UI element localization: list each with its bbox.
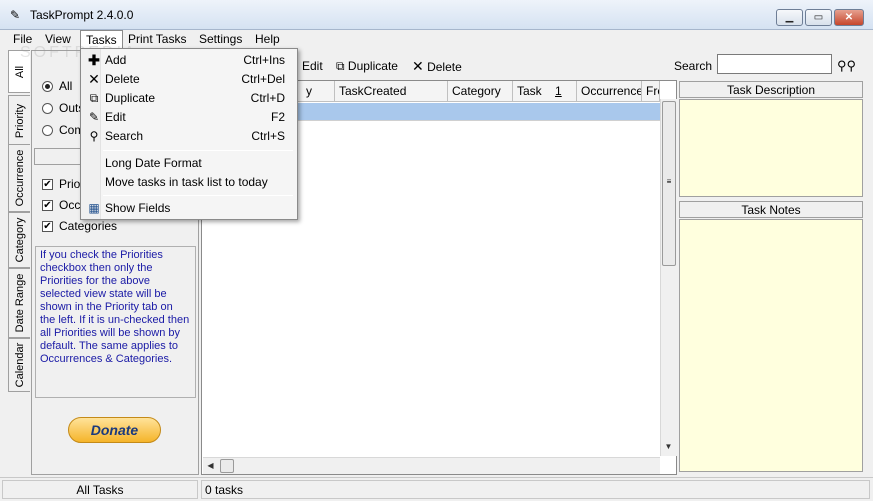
menu-item-delete[interactable]: ✕ Delete Ctrl+Del	[83, 70, 295, 89]
tab-date-range[interactable]: Date Range	[8, 268, 30, 338]
view-all-radio[interactable]	[42, 81, 53, 92]
status-task-count: 0 tasks	[201, 480, 870, 499]
edit-button[interactable]: Edit	[302, 56, 323, 76]
menu-item-show-fields[interactable]: ▦ Show Fields	[83, 199, 295, 218]
column-header-frequency[interactable]: Fre	[642, 81, 660, 102]
view-outstanding-radio[interactable]	[42, 103, 53, 114]
binoculars-icon[interactable]: ⚲⚲	[837, 56, 856, 76]
occurrences-label: Occ	[59, 198, 81, 212]
search-input[interactable]	[717, 54, 832, 74]
menu-separator	[103, 150, 293, 151]
donate-button[interactable]: Donate	[68, 417, 161, 443]
delete-button[interactable]: ✕ Delete	[412, 56, 462, 76]
binoculars-icon: ⚲	[89, 129, 99, 143]
scroll-down-icon[interactable]: ▼	[661, 439, 676, 454]
menu-help[interactable]: Help	[250, 30, 285, 49]
app-icon: ✎	[10, 8, 21, 22]
priorities-label: Prio	[59, 177, 81, 191]
menu-settings[interactable]: Settings	[194, 30, 247, 49]
search-label: Search	[674, 59, 713, 73]
status-bar: All Tasks 0 tasks	[0, 477, 873, 501]
x-icon: ✕	[412, 58, 424, 74]
sort-indicator: 1	[555, 84, 562, 98]
task-description-box[interactable]	[679, 99, 863, 197]
tab-priority[interactable]: Priority	[8, 95, 30, 147]
view-completed-radio[interactable]	[42, 125, 53, 136]
categories-label: Categories	[59, 219, 118, 233]
column-header-task[interactable]: Task 1	[513, 81, 577, 102]
categories-checkbox[interactable]: ✔	[42, 221, 53, 232]
x-icon: ✕	[88, 71, 100, 87]
tab-calendar[interactable]: Calendar	[8, 338, 30, 392]
task-description-header: Task Description	[679, 81, 863, 98]
task-notes-box[interactable]	[679, 219, 863, 472]
tab-category[interactable]: Category	[8, 212, 30, 268]
menu-item-move-tasks-to-today[interactable]: Move tasks in task list to today	[83, 173, 295, 192]
maximize-icon: ▭	[813, 12, 824, 23]
grid-icon: ▦	[88, 201, 100, 215]
maximize-button[interactable]: ▭	[805, 9, 832, 26]
column-header-category[interactable]: Category	[448, 81, 513, 102]
vertical-scrollbar[interactable]: ≡ ▼	[660, 99, 677, 456]
column-header-occurrence[interactable]: Occurrence	[577, 81, 642, 102]
menu-separator	[103, 195, 293, 196]
view-all-label: All	[59, 79, 73, 93]
priorities-checkbox[interactable]: ✔	[42, 179, 53, 190]
duplicate-icon: ⧉	[89, 91, 99, 105]
tab-occurrence[interactable]: Occurrence	[8, 144, 30, 212]
minimize-button[interactable]: ▁	[776, 9, 803, 26]
tasks-dropdown-menu: ✚ Add Ctrl+Ins ✕ Delete Ctrl+Del ⧉ Dupli…	[80, 48, 298, 220]
close-icon: ✕	[844, 12, 854, 23]
menu-item-search[interactable]: ⚲ Search Ctrl+S	[83, 127, 295, 146]
scroll-left-icon[interactable]: ◀	[203, 458, 218, 473]
horizontal-scrollbar[interactable]: ◀	[203, 457, 660, 474]
status-view: All Tasks	[2, 480, 198, 499]
vertical-tab-strip: All Priority Occurrence Category Date Ra…	[8, 50, 30, 475]
column-header-taskcreated[interactable]: TaskCreated	[335, 81, 448, 102]
task-notes-header: Task Notes	[679, 201, 863, 218]
minimize-icon: ▁	[785, 12, 794, 23]
detail-panel: Task Description Task Notes	[679, 80, 865, 475]
horizontal-scroll-thumb[interactable]	[220, 459, 234, 473]
close-button[interactable]: ✕	[834, 9, 864, 26]
menu-item-duplicate[interactable]: ⧉ Duplicate Ctrl+D	[83, 89, 295, 108]
window-title: TaskPrompt 2.4.0.0	[30, 8, 134, 22]
plus-icon: ✚	[88, 52, 100, 68]
edit-icon: ✎	[88, 110, 100, 124]
title-bar: ✎ TaskPrompt 2.4.0.0 ▁ ▭ ✕	[0, 0, 873, 30]
occurrences-checkbox[interactable]: ✔	[42, 200, 53, 211]
help-text: If you check the Priorities checkbox the…	[35, 246, 196, 398]
grip-icon: ≡	[666, 177, 672, 186]
menu-item-edit[interactable]: ✎ Edit F2	[83, 108, 295, 127]
duplicate-button[interactable]: ⧉ Duplicate	[336, 56, 398, 76]
menu-item-add[interactable]: ✚ Add Ctrl+Ins	[83, 51, 295, 70]
menu-item-long-date-format[interactable]: Long Date Format	[83, 154, 295, 173]
duplicate-icon: ⧉	[336, 59, 345, 73]
